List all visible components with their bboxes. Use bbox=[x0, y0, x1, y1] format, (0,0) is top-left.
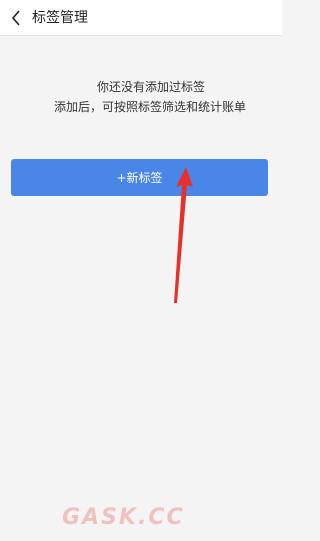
back-button[interactable] bbox=[8, 9, 24, 27]
new-tag-button-label: +新标签 bbox=[116, 171, 163, 185]
chevron-left-icon bbox=[11, 10, 20, 26]
empty-state-line-2: 添加后，可按照标签筛选和统计账单 bbox=[53, 100, 246, 114]
watermark: GASK.CC bbox=[62, 505, 185, 530]
empty-state-message: 你还没有添加过标签 添加后，可按照标签筛选和统计账单 bbox=[0, 78, 282, 116]
page-title: 标签管理 bbox=[32, 10, 88, 26]
red-arrow-annotation bbox=[174, 167, 193, 303]
empty-state-line-1: 你还没有添加过标签 bbox=[96, 80, 205, 94]
top-nav-bar: 标签管理 bbox=[0, 0, 282, 36]
new-tag-button[interactable]: +新标签 bbox=[11, 159, 268, 196]
